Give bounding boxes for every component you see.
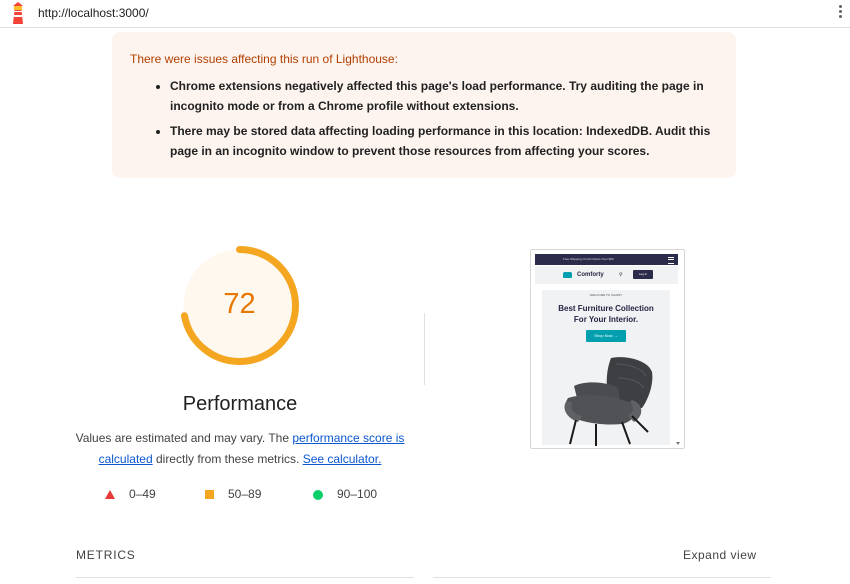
preview-navbar: Comforty ⚲ Log In	[535, 266, 678, 284]
hamburger-icon	[668, 257, 674, 264]
final-screenshot[interactable]: Free Shipping On All Orders Over $50 Com…	[530, 249, 685, 449]
chair-image	[564, 357, 653, 446]
metrics-divider	[433, 577, 771, 578]
preview-welcome: WELCOME TO CHAIRY	[589, 293, 623, 297]
preview-headline-line: Best Furniture Collection	[558, 304, 654, 313]
address-bar: http://localhost:3000/	[0, 0, 850, 28]
see-calculator-link[interactable]: See calculator.	[303, 452, 382, 466]
preview-shop-button: Shop Now →	[586, 330, 626, 342]
legend-label: 50–89	[228, 487, 262, 501]
preview-top-banner: Free Shipping On All Orders Over $50	[535, 254, 678, 265]
warnings-box: There were issues affecting this run of …	[112, 32, 736, 178]
gauge-title: Performance	[182, 393, 298, 415]
kebab-menu-icon[interactable]	[834, 3, 846, 23]
pass-circle-icon	[313, 489, 323, 500]
preview-banner-text: Free Shipping On All Orders Over $50	[563, 257, 614, 261]
warnings-list: Chrome extensions negatively affected th…	[130, 76, 718, 161]
preview-hero: WELCOME TO CHAIRY Best Furniture Collect…	[542, 290, 670, 446]
preview-headline-line: For Your Interior.	[573, 315, 639, 324]
average-square-icon	[205, 490, 214, 500]
legend-label: 0–49	[129, 487, 156, 501]
brand-chair-icon	[563, 272, 572, 278]
legend-fail: 0–49	[105, 487, 156, 501]
scroll-down-icon	[676, 442, 680, 445]
legend-average: 50–89	[205, 487, 261, 501]
warnings-title: There were issues affecting this run of …	[130, 52, 398, 66]
preview-login: Log In	[633, 270, 653, 279]
performance-gauge[interactable]: 72	[179, 245, 300, 366]
fail-triangle-icon	[105, 490, 115, 500]
score-description: Values are estimated and may vary. The p…	[70, 428, 410, 470]
preview-brand: Comforty	[577, 272, 604, 278]
search-icon: ⚲	[619, 272, 623, 278]
metrics-heading: METRICS	[76, 548, 136, 562]
description-text: directly from these metrics.	[152, 452, 303, 466]
page-url[interactable]: http://localhost:3000/	[38, 6, 149, 20]
description-text: Values are estimated and may vary. The	[75, 431, 293, 445]
score-value: 72	[223, 288, 256, 320]
warning-item: There may be stored data affecting loadi…	[170, 121, 718, 161]
lighthouse-icon	[13, 2, 23, 24]
metrics-divider	[76, 577, 414, 578]
vertical-divider	[424, 313, 425, 385]
warning-item: Chrome extensions negatively affected th…	[170, 76, 718, 116]
legend-pass: 90–100	[313, 487, 377, 501]
legend-label: 90–100	[337, 487, 378, 501]
preview-headline: Best Furniture Collection For Your Inter…	[542, 303, 670, 325]
expand-view-button[interactable]: Expand view	[683, 548, 757, 562]
